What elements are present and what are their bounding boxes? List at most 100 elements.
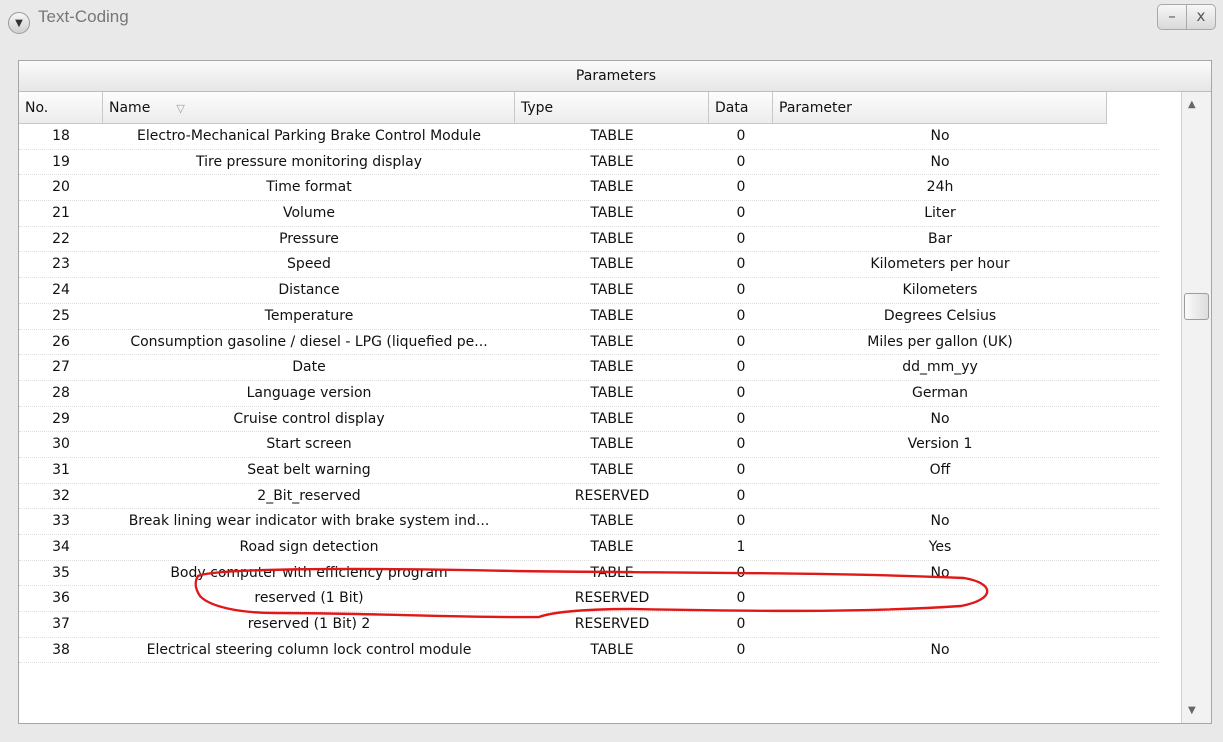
cell-data: 0 — [736, 256, 746, 273]
table-row[interactable]: 19 Tire pressure monitoring display TABLE 0… — [19, 150, 1159, 176]
cell-type: TABLE — [590, 410, 634, 427]
cell-name: Body computer with efficiency program — [170, 564, 448, 581]
cell-type: RESERVED — [574, 616, 650, 633]
cell-parameter: Bar — [928, 230, 952, 247]
cell-parameter: Kilometers — [902, 282, 978, 299]
cell-data: 0 — [736, 282, 746, 299]
cell-data: 1 — [736, 539, 746, 555]
cell-no: 22 — [52, 230, 70, 247]
cell-no: 33 — [52, 513, 70, 530]
cell-type: RESERVED — [574, 590, 650, 607]
table-row[interactable]: 24 Distance TABLE 0 Kilometers — [19, 278, 1159, 304]
table-row[interactable]: 18 Electro-Mechanical Parking Brake Contr… — [19, 124, 1159, 150]
table-row[interactable]: 36 reserved (1 Bit) RESERVED 0 — [19, 586, 1159, 613]
column-header-data[interactable]: Data — [709, 92, 773, 124]
cell-type: TABLE — [590, 641, 634, 658]
table-row[interactable]: 37 reserved (1 Bit) 2 RESERVED 0 — [19, 612, 1159, 638]
cell-parameter: No — [930, 564, 950, 581]
vertical-scrollbar[interactable]: ▲ ▼ — [1181, 92, 1211, 723]
cell-parameter: No — [930, 641, 950, 658]
table-row[interactable]: 33 Break lining wear indicator with brake… — [19, 509, 1159, 535]
cell-type: TABLE — [590, 282, 634, 299]
cell-parameter — [773, 586, 1107, 612]
cell-data: 0 — [736, 461, 746, 478]
cell-no: 30 — [52, 436, 70, 453]
close-button[interactable]: x — [1186, 4, 1216, 30]
cell-data: 0 — [736, 230, 746, 247]
table-row[interactable]: 34 Road sign detection TABLE 1 Yes — [19, 535, 1159, 561]
scroll-down-arrow-icon[interactable]: ▼ — [1188, 705, 1196, 716]
cell-parameter: dd_mm_yy — [902, 359, 978, 376]
table-row[interactable]: 32 2_Bit_reserved RESERVED 0 — [19, 484, 1159, 510]
column-header-name-label: Name — [109, 100, 151, 116]
scroll-up-arrow-icon[interactable]: ▲ — [1188, 99, 1196, 110]
cell-name: Electrical steering column lock control … — [146, 641, 472, 658]
chevron-down-icon: ▼ — [15, 18, 23, 29]
cell-no: 31 — [52, 461, 70, 478]
cell-data: 0 — [736, 384, 746, 401]
cell-type: TABLE — [590, 564, 634, 581]
cell-no: 32 — [52, 487, 70, 504]
cell-data: 0 — [736, 307, 746, 324]
table-row[interactable]: 20 Time format TABLE 0 24h — [19, 175, 1159, 202]
cell-type: TABLE — [590, 384, 634, 401]
cell-parameter: Version 1 — [907, 436, 973, 453]
cell-data: 0 — [736, 616, 746, 633]
cell-type: TABLE — [590, 256, 634, 273]
cell-no: 29 — [52, 410, 70, 427]
minimize-button[interactable]: – — [1157, 4, 1187, 30]
cell-name: Electro-Mechanical Parking Brake Control… — [136, 128, 481, 144]
cell-data: 0 — [736, 153, 746, 170]
cell-data: 0 — [736, 590, 746, 607]
cell-no: 25 — [52, 307, 70, 324]
table-row[interactable]: 25 Temperature TABLE 0 Degrees Celsius — [19, 304, 1159, 330]
table-row[interactable]: 29 Cruise control display TABLE 0 No — [19, 407, 1159, 433]
cell-name: reserved (1 Bit) — [254, 590, 364, 607]
cell-name: Volume — [282, 205, 336, 222]
cell-data: 0 — [736, 333, 746, 350]
column-header-parameter[interactable]: Parameter — [773, 92, 1107, 124]
table-row[interactable]: 26 Consumption gasoline / diesel - LPG (l… — [19, 330, 1159, 356]
table-row[interactable]: 21 Volume TABLE 0 Liter — [19, 201, 1159, 227]
table-row[interactable]: 23 Speed TABLE 0 Kilometers per hour — [19, 252, 1159, 279]
column-header-no[interactable]: No. — [19, 92, 103, 124]
table-row[interactable]: 35 Body computer with efficiency program T… — [19, 561, 1159, 587]
table-row[interactable]: 30 Start screen TABLE 0 Version 1 — [19, 432, 1159, 458]
cell-parameter — [773, 484, 1107, 510]
sort-icon: ▽ — [176, 102, 185, 115]
cell-parameter: 24h — [926, 179, 954, 196]
table-row[interactable]: 38 Electrical steering column lock contro… — [19, 638, 1159, 664]
table-row[interactable]: 31 Seat belt warning TABLE 0 Off — [19, 458, 1159, 484]
cell-parameter: Miles per gallon (UK) — [867, 333, 1013, 350]
column-header-no-label: No. — [25, 100, 49, 116]
cell-no: 37 — [52, 616, 70, 633]
table-row[interactable]: 28 Language version TABLE 0 German — [19, 381, 1159, 407]
cell-no: 28 — [52, 384, 70, 401]
cell-no: 21 — [52, 205, 70, 222]
cell-name: Start screen — [266, 436, 352, 453]
cell-name: reserved (1 Bit) 2 — [247, 616, 371, 633]
cell-data: 0 — [736, 436, 746, 453]
column-header-type-label: Type — [521, 100, 554, 116]
cell-name: Road sign detection — [239, 539, 379, 555]
cell-data: 0 — [736, 359, 746, 376]
cell-type: TABLE — [590, 230, 634, 247]
scrollbar-thumb[interactable] — [1184, 293, 1209, 320]
column-header-name[interactable]: Name ▽ — [103, 92, 515, 124]
cell-name: Date — [292, 359, 326, 376]
title-bar: ▼ Text-Coding – x — [0, 0, 1223, 36]
table-row[interactable]: 22 Pressure TABLE 0 Bar — [19, 227, 1159, 253]
table-row[interactable]: 27 Date TABLE 0 dd_mm_yy — [19, 355, 1159, 381]
cell-type: TABLE — [590, 461, 634, 478]
cell-type: TABLE — [590, 153, 634, 170]
cell-data: 0 — [736, 487, 746, 504]
window-menu-button[interactable]: ▼ — [8, 12, 30, 34]
cell-name: Pressure — [279, 230, 339, 247]
cell-data: 0 — [736, 410, 746, 427]
cell-type: TABLE — [590, 436, 634, 453]
cell-type: RESERVED — [574, 487, 650, 504]
cell-type: TABLE — [590, 205, 634, 222]
cell-data: 0 — [736, 179, 746, 196]
column-header-type[interactable]: Type — [515, 92, 709, 124]
cell-no: 38 — [52, 641, 70, 658]
